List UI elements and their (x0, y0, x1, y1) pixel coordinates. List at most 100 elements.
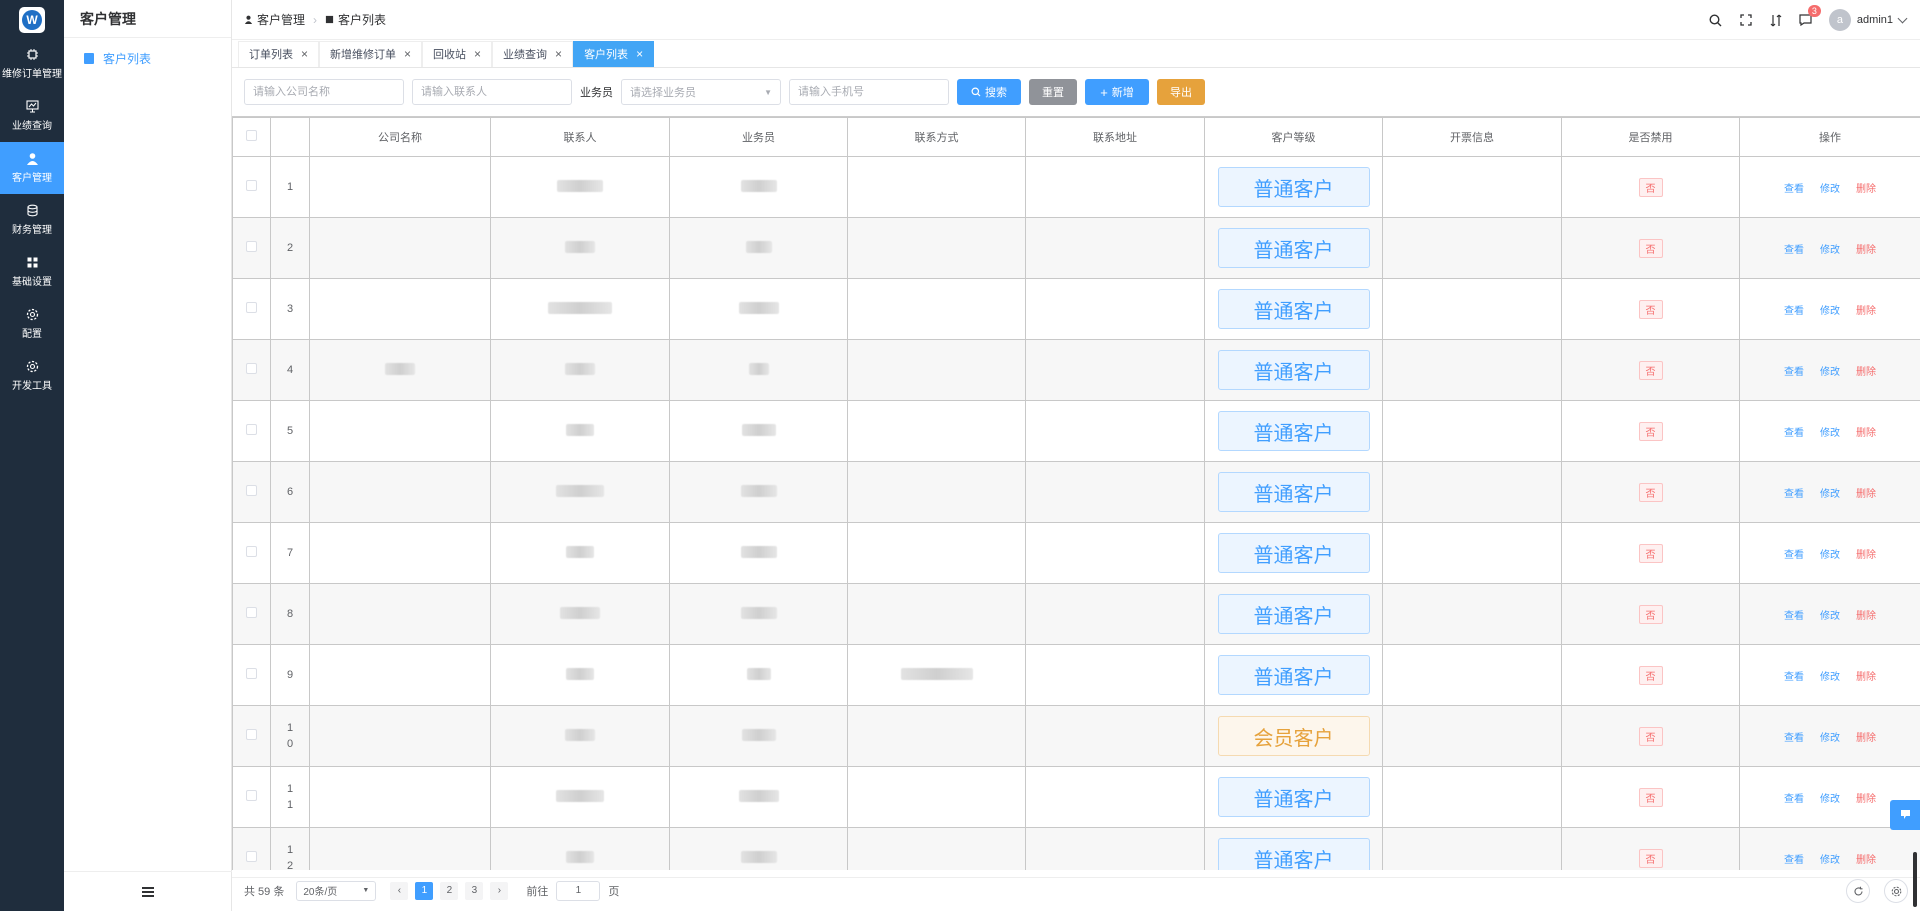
row-checkbox[interactable] (246, 180, 257, 191)
edit-link[interactable]: 修改 (1820, 611, 1840, 622)
edit-link[interactable]: 修改 (1820, 672, 1840, 683)
messages-button[interactable]: 3 (1791, 0, 1821, 40)
delete-link[interactable]: 删除 (1856, 184, 1876, 195)
app-logo[interactable]: W (19, 7, 45, 33)
view-link[interactable]: 查看 (1784, 733, 1804, 744)
close-icon[interactable]: × (404, 47, 411, 61)
edit-link[interactable]: 修改 (1820, 367, 1840, 378)
avatar[interactable]: a (1828, 9, 1851, 31)
delete-link[interactable]: 删除 (1856, 550, 1876, 561)
row-checkbox[interactable] (246, 424, 257, 435)
row-checkbox[interactable] (246, 241, 257, 252)
rail-item-6[interactable]: 开发工具 (0, 350, 64, 402)
table-row[interactable]: 4 普通客户 否 查看 修改 删除 (232, 339, 1920, 401)
rail-item-1[interactable]: 业绩查询 (0, 90, 64, 142)
rail-item-5[interactable]: 配置 (0, 298, 64, 350)
edit-link[interactable]: 修改 (1820, 550, 1840, 561)
close-icon[interactable]: × (555, 47, 562, 61)
row-checkbox[interactable] (246, 790, 257, 801)
edit-link[interactable]: 修改 (1820, 489, 1840, 500)
view-link[interactable]: 查看 (1784, 672, 1804, 683)
phone-input[interactable] (789, 79, 949, 105)
row-checkbox[interactable] (246, 668, 257, 679)
add-customer-button[interactable]: + 新增 (1085, 79, 1149, 105)
rail-item-3[interactable]: 财务管理 (0, 194, 64, 246)
view-link[interactable]: 查看 (1784, 489, 1804, 500)
table-row[interactable]: 1 1 普通客户 否 查看 修改 删除 (232, 766, 1920, 828)
edit-link[interactable]: 修改 (1820, 855, 1840, 866)
edit-link[interactable]: 修改 (1820, 245, 1840, 256)
page-1-button[interactable]: 1 (415, 881, 434, 900)
delete-link[interactable]: 删除 (1856, 245, 1876, 256)
delete-link[interactable]: 删除 (1856, 855, 1876, 866)
next-page-button[interactable]: › (490, 881, 509, 900)
view-link[interactable]: 查看 (1784, 611, 1804, 622)
view-link[interactable]: 查看 (1784, 550, 1804, 561)
chevron-down-icon[interactable] (1897, 13, 1908, 23)
breadcrumb-parent[interactable]: 客户管理 (257, 11, 305, 28)
table-row[interactable]: 9 普通客户 否 查看 修改 删除 (232, 644, 1920, 706)
row-checkbox[interactable] (246, 607, 257, 618)
delete-link[interactable]: 删除 (1856, 794, 1876, 805)
delete-link[interactable]: 删除 (1856, 611, 1876, 622)
view-link[interactable]: 查看 (1784, 855, 1804, 866)
tab-0[interactable]: 订单列表 × (238, 40, 320, 67)
row-checkbox[interactable] (246, 302, 257, 313)
edit-link[interactable]: 修改 (1820, 306, 1840, 317)
export-button[interactable]: 导出 (1157, 79, 1205, 105)
rail-item-4[interactable]: 基础设置 (0, 246, 64, 298)
table-row[interactable]: 3 普通客户 否 查看 修改 删除 (232, 278, 1920, 340)
rail-item-0[interactable]: 维修订单管理 (0, 38, 64, 90)
page-size-select[interactable]: 20条/页 ▼ (296, 880, 377, 901)
tab-4[interactable]: 客户列表 × (573, 40, 655, 67)
view-link[interactable]: 查看 (1784, 794, 1804, 805)
edit-link[interactable]: 修改 (1820, 428, 1840, 439)
table-row[interactable]: 8 普通客户 否 查看 修改 删除 (232, 583, 1920, 645)
view-link[interactable]: 查看 (1784, 428, 1804, 439)
tab-2[interactable]: 回收站 × (422, 40, 493, 67)
scrollbar-thumb[interactable] (1913, 852, 1917, 907)
tab-1[interactable]: 新增维修订单 × (319, 40, 423, 67)
header-search-button[interactable] (1701, 0, 1731, 40)
salesman-select[interactable]: 请选择业务员 ▼ (621, 79, 781, 105)
row-checkbox[interactable] (246, 546, 257, 557)
floating-help-button[interactable] (1890, 800, 1920, 830)
prev-page-button[interactable]: ‹ (390, 881, 409, 900)
view-link[interactable]: 查看 (1784, 367, 1804, 378)
table-row[interactable]: 1 2 普通客户 否 查看 修改 删除 (232, 827, 1920, 870)
view-link[interactable]: 查看 (1784, 245, 1804, 256)
table-row[interactable]: 2 普通客户 否 查看 修改 删除 (232, 217, 1920, 279)
close-icon[interactable]: × (301, 47, 308, 61)
row-checkbox[interactable] (246, 485, 257, 496)
row-checkbox[interactable] (246, 851, 257, 862)
view-link[interactable]: 查看 (1784, 306, 1804, 317)
tab-3[interactable]: 业绩查询 × (492, 40, 574, 67)
search-button[interactable]: 搜索 (957, 79, 1021, 105)
table-row[interactable]: 6 普通客户 否 查看 修改 删除 (232, 461, 1920, 523)
table-row[interactable]: 7 普通客户 否 查看 修改 删除 (232, 522, 1920, 584)
row-checkbox[interactable] (246, 363, 257, 374)
column-settings-button[interactable] (1884, 879, 1908, 903)
reset-button[interactable]: 重置 (1029, 79, 1077, 105)
delete-link[interactable]: 删除 (1856, 489, 1876, 500)
delete-link[interactable]: 删除 (1856, 306, 1876, 317)
table-row[interactable]: 5 普通客户 否 查看 修改 删除 (232, 400, 1920, 462)
select-all-checkbox[interactable] (246, 130, 257, 141)
refresh-button[interactable] (1846, 879, 1870, 903)
contact-input[interactable] (412, 79, 572, 105)
delete-link[interactable]: 删除 (1856, 733, 1876, 744)
delete-link[interactable]: 删除 (1856, 672, 1876, 683)
page-2-button[interactable]: 2 (440, 881, 459, 900)
submenu-item-customer-list[interactable]: 客户列表 (64, 38, 231, 78)
view-link[interactable]: 查看 (1784, 184, 1804, 195)
rail-item-2[interactable]: 客户管理 (0, 142, 64, 194)
edit-link[interactable]: 修改 (1820, 184, 1840, 195)
fullscreen-button[interactable] (1731, 0, 1761, 40)
company-name-input[interactable] (244, 79, 404, 105)
row-checkbox[interactable] (246, 729, 257, 740)
edit-link[interactable]: 修改 (1820, 733, 1840, 744)
collapse-sidebar-button[interactable] (64, 871, 232, 911)
edit-link[interactable]: 修改 (1820, 794, 1840, 805)
close-icon[interactable]: × (474, 47, 481, 61)
goto-page-input[interactable]: 1 (556, 880, 601, 901)
